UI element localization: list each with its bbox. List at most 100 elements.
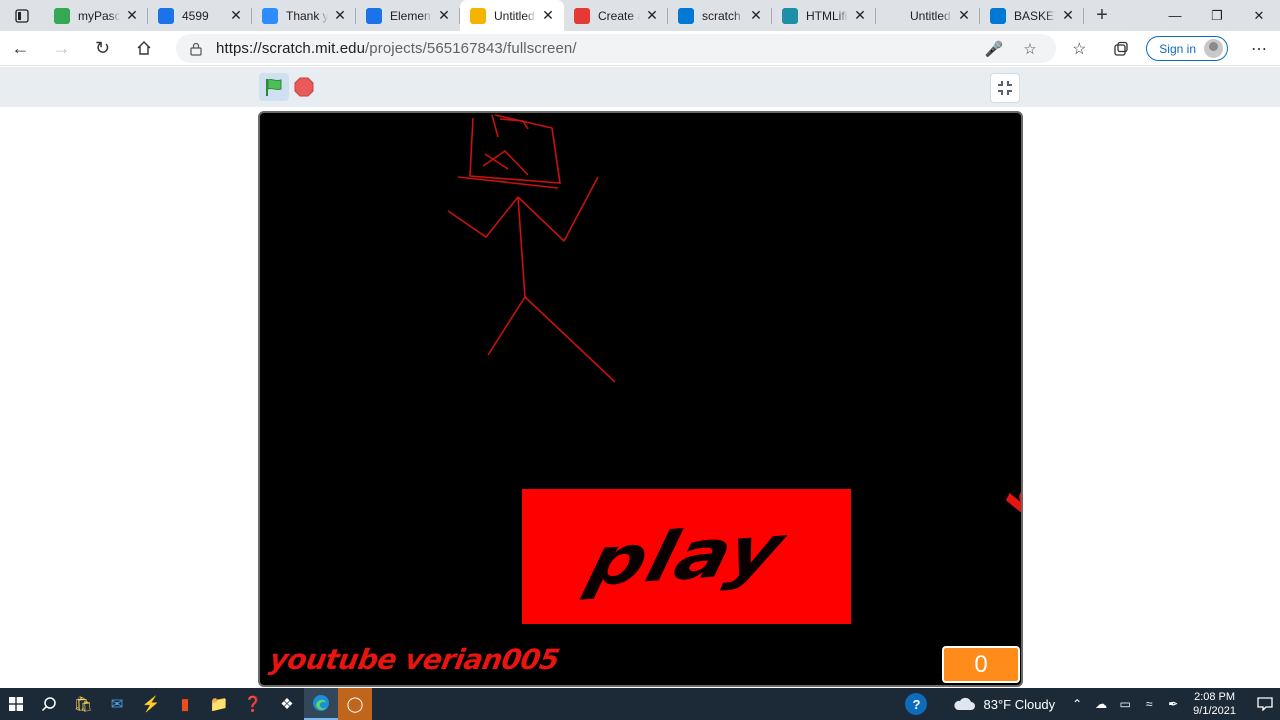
edge-icon (313, 695, 329, 711)
browser-tab[interactable]: BASKET ✕ (980, 0, 1084, 31)
office-taskbar-icon[interactable]: ▮ (168, 688, 202, 720)
forward-button[interactable]: → (41, 31, 82, 66)
settings-more-button[interactable]: ⋯ (1238, 31, 1280, 66)
close-tab-icon[interactable]: ✕ (436, 7, 452, 24)
browser-tab[interactable]: scratch t ✕ (668, 0, 772, 31)
tab-title: BASKET (1014, 8, 1056, 23)
weather-widget[interactable]: 83°F Cloudy (953, 697, 1055, 712)
microphone-icon[interactable]: 🎤 (976, 39, 1012, 59)
close-tab-icon[interactable]: ✕ (1060, 7, 1076, 24)
windows-logo-icon (9, 697, 23, 711)
tab-actions-button[interactable] (0, 0, 44, 31)
edge-taskbar-icon[interactable] (304, 688, 338, 720)
dropbox-icon: ❖ (280, 696, 294, 713)
browser-tab[interactable]: HTMLific ✕ (772, 0, 876, 31)
mail-icon: ✉ (110, 696, 124, 713)
wifi-icon[interactable]: ≈ (1137, 697, 1161, 711)
windows-taskbar: 🛍 ✉ ⚡ ▮ 📁 ❓ ❖ ◯ ? 83°F Cloudy ⌃ ☁ ▭ ≈ ✒ … (0, 688, 1280, 720)
home-button[interactable] (123, 31, 164, 66)
mail-taskbar-icon[interactable]: ✉ (100, 688, 134, 720)
notification-icon (1257, 697, 1273, 711)
chrome-icon (54, 7, 70, 24)
window-controls: — ❐ ✕ (1154, 0, 1280, 31)
stage[interactable]: basketball play youtube verian005 0 (258, 111, 1023, 687)
exit-fullscreen-icon (998, 81, 1012, 95)
close-tab-icon[interactable]: ✕ (748, 7, 764, 24)
close-tab-icon[interactable]: ✕ (228, 7, 244, 24)
stop-icon (294, 77, 314, 97)
favorites-button[interactable]: ☆ (1058, 31, 1100, 66)
search-button[interactable] (32, 688, 66, 720)
new-tab-button[interactable]: + (1084, 0, 1120, 31)
browser-tab[interactable]: Untitled ✕ (460, 0, 564, 31)
power-automate-taskbar-icon[interactable]: ⚡ (134, 688, 168, 720)
clock-time: 2:08 PM (1194, 691, 1236, 703)
browser-tab[interactable]: Create a ✕ (564, 0, 668, 31)
close-tab-icon[interactable]: ✕ (540, 7, 556, 24)
close-tab-icon[interactable]: ✕ (332, 7, 348, 24)
browser-toolbar: ← → ↻ https://scratch.mit.edu/projects/5… (0, 31, 1280, 66)
collections-icon (1114, 41, 1128, 56)
zoom-icon (262, 7, 278, 24)
help-icon: ❓ (243, 696, 263, 713)
close-tab-icon[interactable]: ✕ (956, 7, 972, 24)
url-host: https://scratch.mit.edu (216, 40, 366, 57)
start-button[interactable] (0, 688, 32, 720)
file-explorer-taskbar-icon[interactable]: 📁 (202, 688, 236, 720)
tab-title: 4599 (182, 8, 209, 23)
app-icon: ◯ (346, 696, 364, 713)
battery-icon[interactable]: ▭ (1113, 697, 1137, 711)
close-tab-icon[interactable]: ✕ (852, 7, 868, 24)
browser-tab[interactable]: Thank you ✕ (252, 0, 356, 31)
tab-title: HTMLific (806, 8, 848, 23)
help-taskbar-icon[interactable]: ❓ (236, 688, 270, 720)
browser-tab[interactable]: Element ✕ (356, 0, 460, 31)
restore-button[interactable]: ❐ (1196, 0, 1238, 31)
tab-strip: myPascoConnect✕4599✕Thank you✕Element✕Un… (0, 0, 1280, 31)
clock[interactable]: 2:08 PM 9/1/2021 (1193, 690, 1236, 718)
browser-tab[interactable]: myPascoConnect ✕ (44, 0, 148, 31)
app-taskbar-icon[interactable]: ◯ (338, 688, 372, 720)
lightning-icon: ⚡ (141, 696, 161, 713)
back-button[interactable]: ← (0, 31, 41, 66)
play-button[interactable]: play (522, 489, 851, 624)
chevron-up-icon[interactable]: ⌃ (1065, 697, 1089, 711)
bing-icon (990, 7, 1006, 24)
browser-tab[interactable]: 4599 ✕ (148, 0, 252, 31)
address-bar[interactable]: https://scratch.mit.edu/projects/5651678… (176, 34, 1056, 63)
browser-tab[interactable]: Untitled ✕ (876, 0, 980, 31)
collections-button[interactable] (1100, 31, 1142, 66)
store-taskbar-icon[interactable]: 🛍 (66, 688, 100, 720)
tab-actions-icon (15, 8, 29, 23)
refresh-button[interactable]: ↻ (82, 31, 123, 66)
help-tray-icon[interactable]: ? (905, 693, 928, 715)
score-display: 0 (942, 646, 1020, 683)
tab-title: scratch t (702, 8, 744, 23)
close-window-button[interactable]: ✕ (1238, 0, 1280, 31)
bing-icon (678, 7, 694, 24)
dropbox-taskbar-icon[interactable]: ❖ (270, 688, 304, 720)
cloud-sync-icon[interactable]: ☁ (1089, 697, 1113, 711)
close-tab-icon[interactable]: ✕ (124, 7, 140, 24)
store-icon: 🛍 (73, 696, 93, 713)
tab-list: myPascoConnect✕4599✕Thank you✕Element✕Un… (44, 0, 1084, 31)
close-tab-icon[interactable]: ✕ (644, 7, 660, 24)
pen-icon[interactable]: ✒ (1161, 697, 1185, 711)
scratch-icon (574, 7, 590, 24)
exit-fullscreen-button[interactable] (990, 73, 1020, 103)
minimize-button[interactable]: — (1154, 0, 1196, 31)
green-flag-button[interactable] (259, 73, 289, 101)
sign-in-button[interactable]: Sign in (1146, 36, 1228, 61)
weather-text: 83°F Cloudy (983, 696, 1056, 712)
tab-title: Thank you (286, 8, 328, 23)
stop-button[interactable] (294, 77, 314, 97)
green-flag-icon (266, 78, 282, 96)
add-favorite-icon[interactable]: ☆ (1012, 39, 1048, 59)
notifications-button[interactable] (1250, 688, 1280, 720)
system-tray: ? 83°F Cloudy ⌃ ☁ ▭ ≈ ✒ 2:08 PM 9/1/2021 (905, 688, 1280, 720)
search-icon (41, 697, 56, 712)
paper-icon (158, 7, 174, 24)
tab-title: Untitled (494, 8, 535, 23)
home-icon (137, 41, 150, 55)
paper-icon (366, 7, 382, 24)
